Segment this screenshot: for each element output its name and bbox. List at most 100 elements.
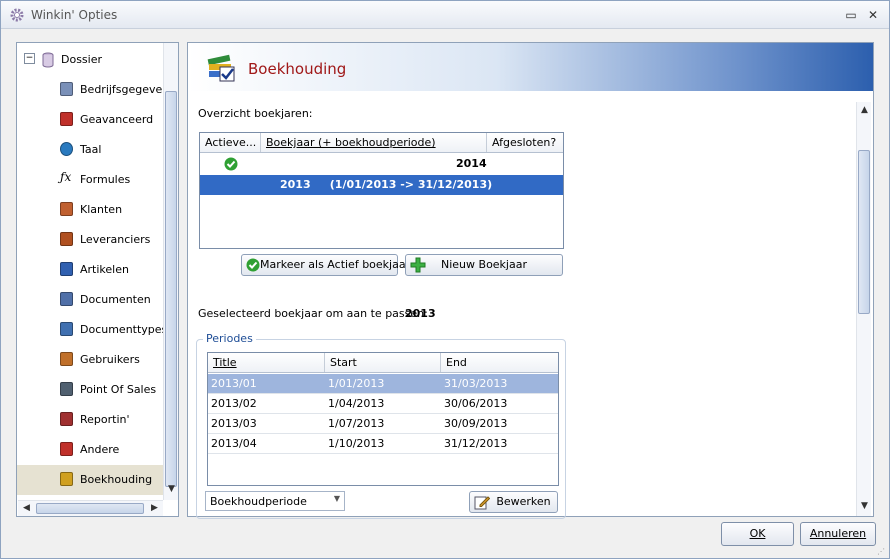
tree-item-documenttypes[interactable]: Documenttypes <box>17 315 167 345</box>
periode-cell: 2013/04 <box>211 437 257 450</box>
tree-scroll-thumb[interactable] <box>165 91 177 487</box>
periode-cell: 1/04/2013 <box>328 397 385 410</box>
panel-title: Boekhouding <box>248 60 347 78</box>
column-end[interactable]: End <box>441 353 558 372</box>
column-start[interactable]: Start <box>325 353 441 372</box>
resize-grip-icon[interactable]: ⋰ <box>877 547 887 557</box>
panel-header: Boekhouding <box>188 43 873 91</box>
column-afgesloten[interactable]: Afgesloten? <box>487 133 563 152</box>
tree-hscroll-thumb[interactable] <box>36 503 144 514</box>
periode-type-value: Boekhoudperiode <box>210 495 307 508</box>
tree-root-label: Dossier <box>61 53 103 66</box>
gear-icon <box>10 8 24 22</box>
tree-item-leveranciers[interactable]: Leveranciers <box>17 225 165 255</box>
periode-row[interactable]: 2013/03 1/07/2013 30/09/2013 <box>208 414 558 434</box>
column-title[interactable]: Title <box>208 353 325 372</box>
tree-item-bedrijfsgegevens[interactable]: Bedrijfsgegevens <box>17 75 175 105</box>
tree-item-taal[interactable]: Taal <box>17 135 165 165</box>
boekjaar-row[interactable]: 2014 <box>200 154 563 174</box>
periode-cell: 2013/03 <box>211 417 257 430</box>
nieuw-boekjaar-button[interactable]: Nieuw Boekjaar <box>405 254 563 276</box>
tree-item-gebruikers[interactable]: Gebruikers <box>17 345 165 375</box>
periode-row[interactable]: 2013/02 1/04/2013 30/06/2013 <box>208 394 558 414</box>
scroll-down-icon[interactable]: ▼ <box>858 500 871 513</box>
scroll-right-icon[interactable]: ▶ <box>148 502 161 515</box>
users-icon <box>60 352 73 366</box>
document-types-icon <box>60 322 73 336</box>
periodes-grid[interactable]: Title Start End 2013/01 1/01/2013 31/03/20… <box>207 352 559 486</box>
periode-row[interactable]: 2013/01 1/01/2013 31/03/2013 <box>208 374 558 394</box>
tree-item-boekhouding[interactable]: Boekhouding <box>17 465 165 495</box>
active-check-icon <box>224 157 238 171</box>
books-icon <box>207 54 235 82</box>
tree-vertical-scrollbar[interactable]: ▼ <box>163 43 178 500</box>
scroll-up-icon[interactable]: ▲ <box>858 104 871 117</box>
nieuw-boekjaar-label: Nieuw Boekjaar <box>441 258 527 271</box>
tree-item-label: Point Of Sales <box>80 383 157 396</box>
periode-cell: 2013/01 <box>211 377 257 390</box>
boekjaar-cell: 2013 (1/01/2013 -> 31/12/2013) <box>280 178 493 191</box>
tree-item-reportin[interactable]: Reportin' <box>17 405 165 435</box>
window-title: Winkin' Opties <box>31 8 118 22</box>
periodes-group: Periodes Title Start End 2013/01 1/01/201… <box>196 332 566 519</box>
tree-root-dossier[interactable]: − Dossier <box>17 45 165 75</box>
periode-cell: 30/09/2013 <box>444 417 508 430</box>
boekjaren-grid-header: Actieve... Boekjaar (+ boekhoudperiode) … <box>200 133 563 153</box>
periode-cell: 1/01/2013 <box>328 377 385 390</box>
periode-type-select[interactable]: Boekhoudperiode ▼ <box>205 491 345 511</box>
column-boekjaar[interactable]: Boekjaar (+ boekhoudperiode) <box>261 133 487 152</box>
tree-item-geavanceerd[interactable]: Geavanceerd <box>17 105 165 135</box>
collapse-icon[interactable]: − <box>24 53 35 64</box>
boekjaren-grid[interactable]: Actieve... Boekjaar (+ boekhoudperiode) … <box>199 132 564 249</box>
title-bar[interactable]: Winkin' Opties ▭ ✕ <box>1 1 889 29</box>
tree-horizontal-scrollbar[interactable]: ◀ ▶ <box>18 500 163 516</box>
tree-item-label: Artikelen <box>80 263 129 276</box>
bewerken-button[interactable]: Bewerken <box>469 491 558 513</box>
function-icon: ƒx <box>60 170 72 184</box>
articles-icon <box>60 262 73 276</box>
periode-cell: 1/10/2013 <box>328 437 385 450</box>
ok-button[interactable]: OK <box>721 522 794 546</box>
tree-item-label: Boekhouding <box>80 473 153 486</box>
tree-item-label: Documenten <box>80 293 151 306</box>
scroll-down-icon[interactable]: ▼ <box>165 483 178 496</box>
minimize-button[interactable]: ▭ <box>843 7 859 23</box>
column-actieve[interactable]: Actieve... <box>200 133 261 152</box>
periode-cell: 1/07/2013 <box>328 417 385 430</box>
main-scroll-thumb[interactable] <box>858 150 870 314</box>
tree-item-andere[interactable]: Andere <box>17 435 165 465</box>
tree-item-documenten[interactable]: Documenten <box>17 285 165 315</box>
overzicht-label: Overzicht boekjaren: <box>198 107 313 120</box>
tree-item-label: Andere <box>80 443 120 456</box>
documents-icon <box>60 292 73 306</box>
tree-item-label: Gebruikers <box>80 353 140 366</box>
options-tree: − Dossier Bedrijfsgegevens Geavanceerd Taa… <box>16 42 179 517</box>
main-vertical-scrollbar[interactable]: ▲ ▼ <box>856 102 871 516</box>
check-icon <box>246 258 260 272</box>
close-button[interactable]: ✕ <box>865 7 881 23</box>
scroll-left-icon[interactable]: ◀ <box>20 502 33 515</box>
plus-icon <box>410 257 426 273</box>
boekhouding-panel: Boekhouding Overzicht boekjaren: Actieve… <box>187 42 874 519</box>
boekjaar-row[interactable]: 2013 (1/01/2013 -> 31/12/2013) <box>200 175 563 195</box>
books-icon <box>60 472 73 486</box>
tree-item-artikelen[interactable]: Artikelen <box>17 255 165 285</box>
tree-item-label: Taal <box>80 143 102 156</box>
tree-item-formules[interactable]: ƒx Formules <box>17 165 165 195</box>
report-icon <box>60 412 73 426</box>
annuleren-button[interactable]: Annuleren <box>800 522 876 546</box>
tree-item-klanten[interactable]: Klanten <box>17 195 165 225</box>
ok-label: OK <box>749 527 766 540</box>
geselecteerd-label: Geselecteerd boekjaar om aan te passen: <box>198 307 428 320</box>
periode-cell: 2013/02 <box>211 397 257 410</box>
building-icon <box>60 82 73 96</box>
chevron-down-icon[interactable]: ▼ <box>334 494 340 503</box>
periode-row[interactable]: 2013/04 1/10/2013 31/12/2013 <box>208 434 558 454</box>
periode-cell: 31/12/2013 <box>444 437 508 450</box>
checklist-icon <box>60 112 73 126</box>
markeer-actief-button[interactable]: Markeer als Actief boekjaar <box>241 254 410 276</box>
periode-cell: 31/03/2013 <box>444 377 508 390</box>
boekjaar-cell: 2014 <box>456 157 487 170</box>
tree-item-point-of-sales[interactable]: Point Of Sales <box>17 375 165 405</box>
tree-item-label: Reportin' <box>80 413 130 426</box>
